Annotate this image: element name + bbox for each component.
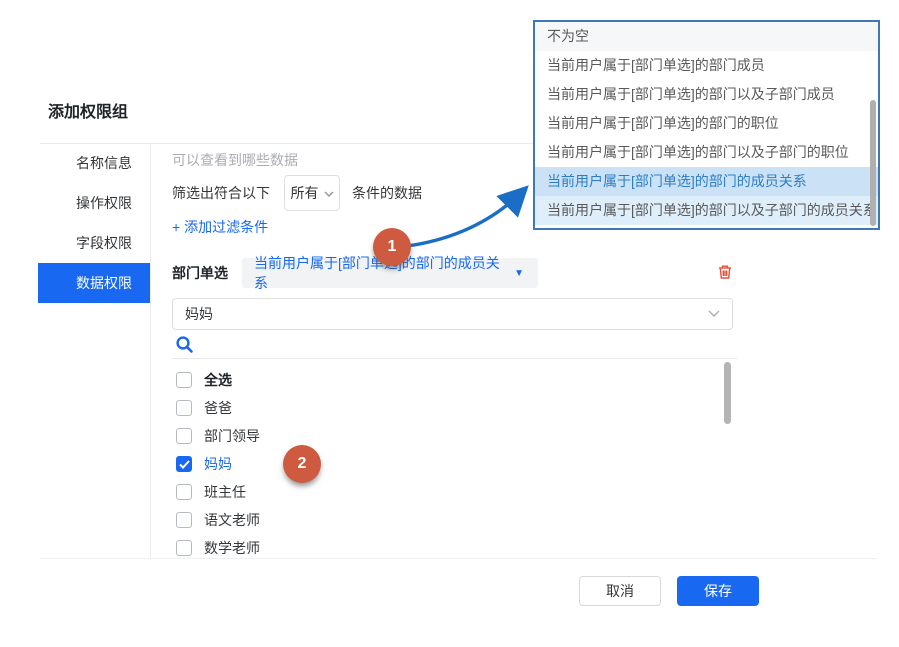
add-filter-condition-link[interactable]: + 添加过滤条件: [172, 217, 268, 237]
option-department-leader[interactable]: 部门领导: [172, 422, 737, 450]
cancel-button[interactable]: 取消: [579, 576, 661, 606]
option-select-all[interactable]: 全选: [172, 366, 737, 394]
data-scope-hint: 可以查看到哪些数据: [172, 150, 298, 170]
annotation-step-2: 2: [283, 445, 321, 483]
sidebar: 名称信息 操作权限 字段权限 数据权限: [38, 143, 150, 303]
sidebar-divider: [150, 143, 151, 558]
list-scrollbar[interactable]: [724, 362, 731, 424]
member-options-panel: 全选 爸爸 部门领导 妈妈 班主任 语文老师: [172, 332, 737, 558]
save-button[interactable]: 保存: [677, 576, 759, 606]
option-class-teacher[interactable]: 班主任: [172, 478, 737, 506]
annotation-step-1: 1: [373, 228, 411, 266]
chevron-down-icon: [324, 191, 334, 198]
caret-down-icon: ▼: [514, 268, 524, 279]
dropdown-option-dept-position[interactable]: 当前用户属于[部门单选]的部门的职位: [535, 109, 878, 138]
option-baba[interactable]: 爸爸: [172, 394, 737, 422]
dropdown-option-not-empty[interactable]: 不为空: [535, 22, 878, 51]
field-label: 部门单选: [172, 263, 228, 283]
dropdown-option-dept-member-relation[interactable]: 当前用户属于[部门单选]的部门的成员关系: [535, 167, 878, 196]
filter-logic-value: 所有: [291, 183, 319, 203]
dropdown-option-dept-member[interactable]: 当前用户属于[部门单选]的部门成员: [535, 51, 878, 80]
chevron-down-icon: [708, 310, 720, 318]
sidebar-item-data-permission[interactable]: 数据权限: [38, 263, 150, 303]
checkbox-icon[interactable]: [176, 484, 192, 500]
dropdown-option-dept-sub-position[interactable]: 当前用户属于[部门单选]的部门以及子部门的职位: [535, 138, 878, 167]
filter-suffix-label: 条件的数据: [352, 183, 422, 203]
condition-row: 部门单选 当前用户属于[部门单选]的部门的成员关系 ▼: [172, 258, 538, 288]
filter-row: 筛选出符合以下 所有 条件的数据: [172, 175, 422, 211]
dropdown-option-dept-sub-member[interactable]: 当前用户属于[部门单选]的部门以及子部门成员: [535, 80, 878, 109]
checkbox-checked-icon[interactable]: [176, 456, 192, 472]
option-chinese-teacher[interactable]: 语文老师: [172, 506, 737, 534]
checkbox-icon[interactable]: [176, 540, 192, 556]
option-math-teacher[interactable]: 数学老师: [172, 534, 737, 562]
checkbox-icon[interactable]: [176, 428, 192, 444]
member-checkbox-list: 全选 爸爸 部门领导 妈妈 班主任 语文老师: [172, 359, 737, 562]
selected-member-value: 妈妈: [185, 304, 708, 324]
condition-dropdown-overlay: 不为空 当前用户属于[部门单选]的部门成员 当前用户属于[部门单选]的部门以及子…: [533, 20, 880, 230]
search-icon: [175, 335, 194, 354]
sidebar-item-name-info[interactable]: 名称信息: [38, 143, 150, 183]
checkbox-icon[interactable]: [176, 400, 192, 416]
checkbox-icon[interactable]: [176, 512, 192, 528]
filter-prefix-label: 筛选出符合以下: [172, 183, 270, 203]
page-title: 添加权限组: [48, 98, 128, 122]
filter-logic-select[interactable]: 所有: [284, 175, 340, 211]
sidebar-item-field-permission[interactable]: 字段权限: [38, 223, 150, 263]
option-mama[interactable]: 妈妈: [172, 450, 737, 478]
dropdown-scrollbar[interactable]: [870, 100, 876, 226]
department-member-select[interactable]: 妈妈: [172, 298, 733, 330]
add-permission-group-dialog: 添加权限组 名称信息 操作权限 字段权限 数据权限 可以查看到哪些数据 筛选出符…: [0, 0, 899, 647]
checkbox-icon[interactable]: [176, 372, 192, 388]
search-bar[interactable]: [172, 332, 737, 359]
sidebar-item-operation-permission[interactable]: 操作权限: [38, 183, 150, 223]
trash-icon[interactable]: [716, 263, 734, 281]
dropdown-option-dept-sub-member-relation[interactable]: 当前用户属于[部门单选]的部门以及子部门的成员关系: [535, 196, 878, 225]
